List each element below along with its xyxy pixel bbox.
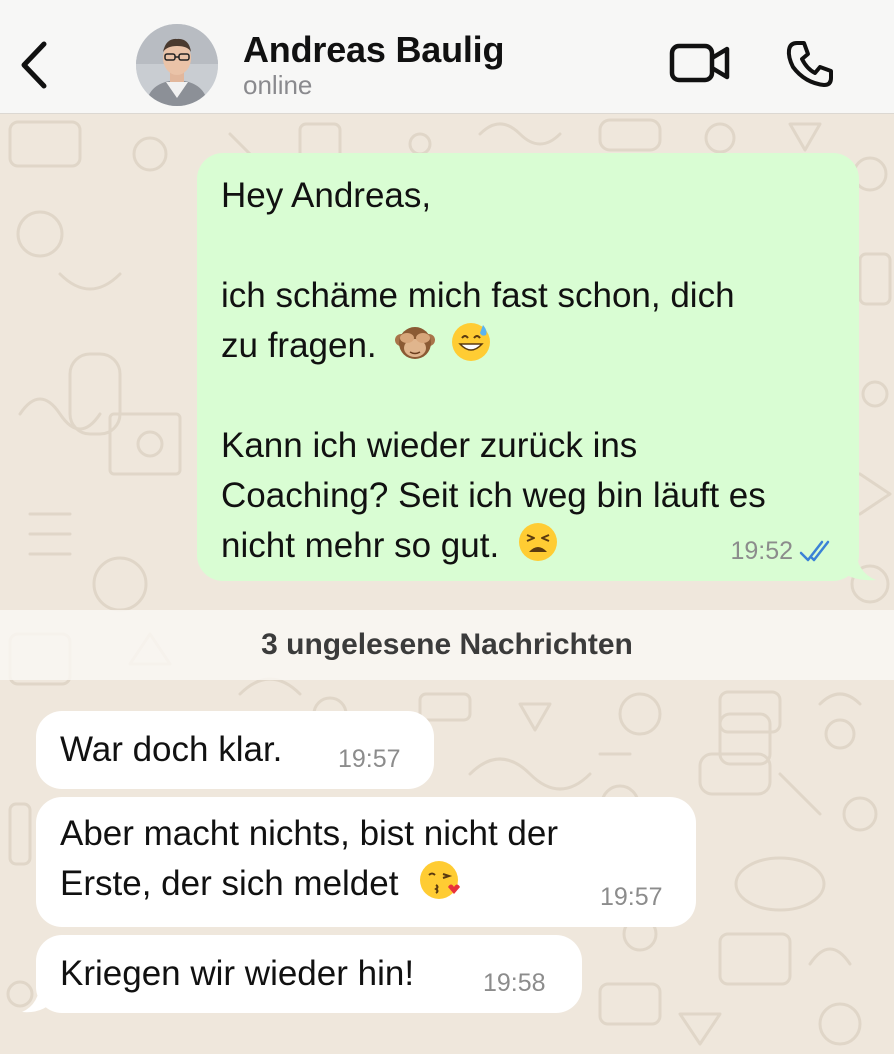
message-text-line: Kann ich wieder zurück ins (221, 426, 638, 465)
message-text-line: ich schäme mich fast schon, dich (221, 271, 835, 321)
message-text: zu fragen. (221, 326, 377, 365)
see-no-evil-monkey-emoji (395, 327, 436, 359)
outgoing-message-bubble[interactable]: Hey Andreas, ich schäme mich fast schon,… (197, 153, 859, 581)
message-text-line (221, 221, 835, 271)
message-time: 19:57 (600, 883, 663, 911)
video-camera-icon (669, 43, 730, 83)
message-text-line: Hey Andreas, (221, 176, 432, 215)
voice-call-button[interactable] (784, 38, 836, 90)
message-text-line: Coaching? Seit ich weg bin läuft es (221, 476, 766, 515)
unread-divider-label: 3 ungelesene Nachrichten (261, 628, 633, 661)
grinning-sweat-emoji (452, 323, 491, 361)
incoming-message-bubble[interactable]: Kriegen wir wieder hin! 19:58 (36, 935, 582, 1013)
unread-messages-divider: 3 ungelesene Nachrichten (0, 610, 894, 680)
avatar-photo (136, 24, 218, 106)
contact-name[interactable]: Andreas Baulig (243, 29, 504, 71)
message-time: 19:58 (483, 969, 546, 997)
incoming-message-bubble[interactable]: War doch klar. 19:57 (36, 711, 434, 789)
message-text: Aber macht nichts, bist nicht der (60, 814, 558, 853)
chat-header: Andreas Baulig online (0, 0, 894, 114)
message-text-line: Erste, der sich meldet (60, 859, 672, 909)
chevron-left-icon (21, 41, 47, 89)
phone-icon (786, 41, 833, 87)
chat-background: Hey Andreas, ich schäme mich fast schon,… (0, 114, 894, 1054)
message-text-line: zu fragen. (221, 321, 835, 371)
message-text: ich schäme mich fast schon, dich (221, 276, 735, 315)
message-text: Erste, der sich meldet (60, 864, 399, 903)
message-time: 19:52 (730, 537, 793, 565)
message-text: nicht mehr so gut. (221, 526, 500, 565)
contact-status: online (243, 70, 313, 100)
message-time: 19:57 (338, 745, 401, 773)
incoming-message-bubble[interactable]: Aber macht nichts, bist nicht der Erste,… (36, 797, 696, 927)
read-double-check-icon (799, 540, 830, 562)
incoming-bubble-tail (22, 980, 56, 1013)
back-button[interactable] (12, 36, 56, 94)
message-text-line (221, 371, 835, 421)
contact-avatar[interactable] (136, 24, 218, 106)
outgoing-bubble-tail (836, 548, 876, 581)
weary-face-emoji (518, 523, 557, 561)
face-blowing-kiss-emoji (420, 861, 461, 899)
video-call-button[interactable] (668, 40, 732, 86)
